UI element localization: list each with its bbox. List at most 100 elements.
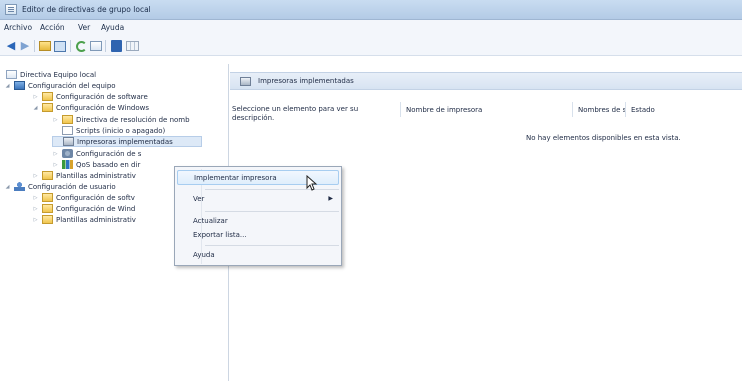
tree-item-scripts[interactable]: Scripts (inicio o apagado) [52, 125, 165, 136]
folder-icon [39, 41, 51, 51]
collapsed-arrow-icon[interactable]: ▷ [32, 195, 39, 201]
mouse-cursor-icon [306, 175, 318, 191]
toolbar-separator [105, 40, 106, 52]
tree-item-admin-templates[interactable]: ▷ Plantillas administrativ [32, 170, 136, 181]
menu-archivo[interactable]: Archivo [4, 23, 32, 32]
tree-item-root[interactable]: Directiva Equipo local [6, 69, 96, 80]
collapsed-arrow-icon[interactable]: ▷ [32, 217, 39, 223]
window-title: Editor de directivas de grupo local [22, 5, 151, 14]
tree-item-computer-config[interactable]: ◢ Configuración del equipo [4, 80, 116, 91]
show-hide-tree-button[interactable] [53, 39, 67, 53]
policy-icon [6, 70, 17, 79]
expanded-arrow-icon[interactable]: ◢ [4, 83, 11, 89]
help-button[interactable] [109, 39, 123, 53]
tree-item-label: Directiva Equipo local [20, 70, 97, 79]
collapsed-arrow-icon[interactable]: ▷ [32, 173, 39, 179]
folder-icon [62, 115, 73, 124]
tree-item-user-windows[interactable]: ▷ Configuración de Wind [32, 203, 135, 214]
column-status[interactable]: Estado [625, 102, 742, 117]
column-label: Estado [631, 106, 655, 114]
menu-separator [205, 189, 339, 190]
empty-list-message: No hay elementos disponibles en esta vis… [526, 134, 681, 142]
tree-item-name-resolution[interactable]: ▷ Directiva de resolución de nomb [52, 114, 190, 125]
menu-bar: Archivo Acción Ver Ayuda [0, 20, 742, 36]
tree-item-label: Configuración de software [56, 92, 148, 101]
printer-icon [63, 137, 74, 146]
column-label: Nombre de impresora [406, 106, 483, 114]
expanded-arrow-icon[interactable]: ◢ [4, 184, 11, 190]
scripts-icon [62, 126, 73, 135]
tree-item-label: Impresoras implementadas [77, 137, 173, 146]
menu-separator [205, 211, 339, 212]
toolbar-separator [70, 40, 71, 52]
tree-item-user-software[interactable]: ▷ Configuración de softv [32, 192, 135, 203]
help-icon [110, 40, 122, 52]
column-printer-name[interactable]: Nombre de impresora [400, 102, 572, 117]
menu-item-refresh[interactable]: Actualizar [177, 214, 339, 229]
menu-item-label: Ver [193, 195, 205, 203]
refresh-icon [75, 40, 87, 52]
tree-item-label: Configuración de Windows [56, 103, 150, 112]
tree-item-user-config[interactable]: ◢ Configuración de usuario [4, 181, 116, 192]
forward-arrow-icon: ▶ [20, 39, 30, 52]
up-folder-button[interactable] [38, 39, 52, 53]
export-list-button[interactable] [89, 39, 103, 53]
back-button[interactable]: ◀ [4, 39, 18, 53]
tree-item-label: QoS basado en dir [76, 160, 141, 169]
column-share-names[interactable]: Nombres de s... [572, 102, 633, 117]
security-settings-icon [62, 149, 73, 158]
folder-icon [42, 204, 53, 213]
qos-chart-icon [62, 160, 73, 169]
expanded-arrow-icon[interactable]: ◢ [32, 105, 39, 111]
folder-icon [42, 193, 53, 202]
gpo-editor-icon [5, 4, 17, 15]
export-icon [90, 41, 102, 51]
tree-item-user-admin-templates[interactable]: ▷ Plantillas administrativ [32, 214, 136, 225]
gpo-editor-window: Editor de directivas de grupo local Arch… [0, 0, 742, 381]
tree-item-qos[interactable]: ▷ QoS basado en dir [52, 159, 140, 170]
back-arrow-icon: ◀ [6, 39, 16, 52]
collapsed-arrow-icon[interactable]: ▷ [52, 151, 59, 157]
collapsed-arrow-icon[interactable]: ▷ [32, 94, 39, 100]
toolbar-separator [34, 40, 35, 52]
menu-item-view[interactable]: Ver ▶ [177, 192, 339, 207]
menu-item-label: Ayuda [193, 251, 215, 259]
user-icon [14, 182, 25, 191]
printer-icon [240, 77, 251, 86]
collapsed-arrow-icon[interactable]: ▷ [52, 162, 59, 168]
title-bar: Editor de directivas de grupo local [0, 0, 742, 20]
menu-accion[interactable]: Acción [40, 23, 65, 32]
menu-item-label: Implementar impresora [194, 174, 277, 182]
submenu-arrow-icon: ▶ [328, 195, 333, 202]
properties-icon [125, 41, 139, 51]
tree-item-label: Scripts (inicio o apagado) [76, 126, 166, 135]
folder-icon [42, 215, 53, 224]
tree-item-label: Configuración de softv [56, 193, 135, 202]
collapsed-arrow-icon[interactable]: ▷ [52, 117, 59, 123]
tree-item-security-settings[interactable]: ▷ Configuración de s [52, 148, 141, 159]
tree-item-windows-settings[interactable]: ◢ Configuración de Windows [32, 102, 149, 113]
tree-item-label: Plantillas administrativ [56, 215, 136, 224]
menu-item-help[interactable]: Ayuda [177, 248, 339, 263]
computer-icon [14, 81, 25, 90]
folder-icon [42, 92, 53, 101]
tree-item-label: Configuración del equipo [28, 81, 116, 90]
refresh-button[interactable] [74, 39, 88, 53]
collapsed-arrow-icon[interactable]: ▷ [32, 206, 39, 212]
forward-button[interactable]: ▶ [18, 39, 32, 53]
description-text: Seleccione un elemento para ver su descr… [232, 105, 359, 122]
tree-item-label: Configuración de s [76, 149, 142, 158]
menu-separator [205, 245, 339, 246]
menu-ver[interactable]: Ver [78, 23, 90, 32]
details-title: Impresoras implementadas [258, 77, 354, 85]
tree-item-label: Configuración de usuario [28, 182, 116, 191]
menu-ayuda[interactable]: Ayuda [101, 23, 124, 32]
properties-button[interactable] [125, 39, 139, 53]
tree-item-label: Configuración de Wind [56, 204, 136, 213]
list-view-icon [54, 40, 66, 52]
menu-item-export-list[interactable]: Exportar lista... [177, 228, 339, 243]
toolbar: ◀ ▶ [0, 36, 742, 56]
tree-item-label: Plantillas administrativ [56, 171, 136, 180]
tree-item-software-settings[interactable]: ▷ Configuración de software [32, 91, 148, 102]
tree-item-deployed-printers[interactable]: Impresoras implementadas [52, 136, 202, 147]
